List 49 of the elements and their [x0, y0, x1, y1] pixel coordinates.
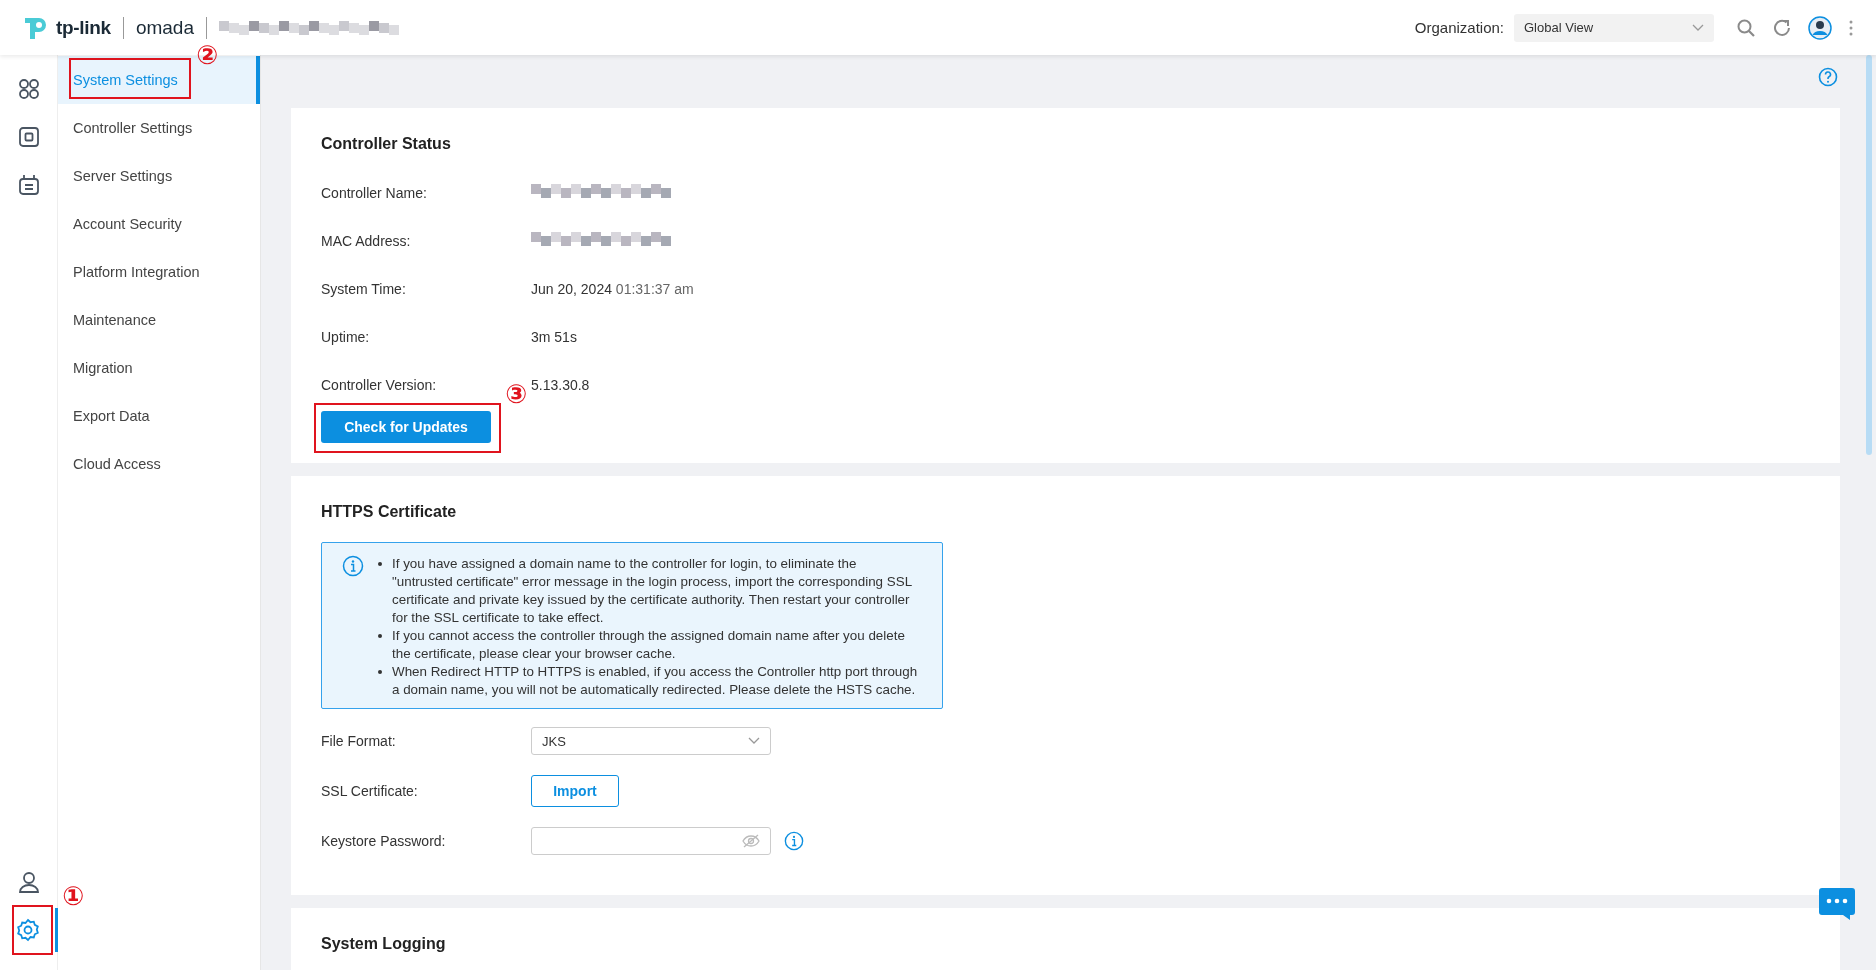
field-value: 3m 51s [531, 329, 577, 345]
field-value: Jun 20, 2024 01:31:37 am [531, 281, 694, 297]
scrollbar-thumb[interactable] [1866, 55, 1872, 455]
refresh-icon[interactable] [1772, 17, 1792, 38]
chat-icon[interactable] [1819, 888, 1855, 920]
field-label: Uptime: [321, 329, 371, 345]
bullet-icon [378, 634, 382, 638]
section-title: Controller Status [321, 134, 452, 154]
product-name: omada [135, 16, 194, 39]
organization-select[interactable]: Global View [1514, 13, 1714, 42]
organization-label: Organization: [1414, 19, 1504, 36]
bullet-icon [378, 562, 382, 566]
menu-item[interactable]: Export Data [58, 392, 260, 440]
menu-item[interactable]: Platform Integration [58, 248, 260, 296]
chevron-down-icon [1692, 23, 1704, 32]
chevron-down-icon [748, 737, 760, 745]
menu-item[interactable]: Server Settings [58, 152, 260, 200]
logo-text: tp-link [56, 16, 111, 39]
menu-item[interactable]: Migration [58, 344, 260, 392]
field-label: File Format: [321, 733, 397, 749]
info-icon [342, 555, 364, 577]
file-format-dropdown[interactable]: JKS [531, 727, 771, 755]
help-icon[interactable] [1818, 67, 1838, 87]
step-number: ③ [505, 381, 527, 407]
bullet-icon [378, 670, 382, 674]
hidden-eye-icon[interactable] [742, 834, 760, 848]
field-label: System Time: [321, 281, 407, 297]
search-icon[interactable] [1736, 17, 1756, 38]
avatar-icon[interactable] [1808, 15, 1832, 40]
field-value: 5.13.30.8 [531, 377, 590, 393]
menu-item[interactable]: Maintenance [58, 296, 260, 344]
info-text: If you have assigned a domain name to the controller for login, to eliminate the "untrusted certificate" error message in the login process, import the corresponding SSL certificate and private key issued by the certificate authority. Then restart your controller for the SSL certificate to take effect. [392, 555, 913, 627]
info-icon[interactable] [784, 831, 804, 851]
field-label: MAC Address: [321, 233, 412, 249]
more-icon[interactable] [1848, 18, 1854, 37]
info-text: If you cannot access the controller through the assigned domain name after you delete the certificate, please clear your browser cache. [392, 627, 906, 663]
field-label: SSL Certificate: [321, 783, 419, 799]
section-title: System Logging [321, 934, 447, 954]
step-number: ① [62, 883, 84, 909]
info-text: When Redirect HTTP to HTTPS is enabled, if you access the Controller http port through a domain name, you will not be automatically redirected. Please delete the HSTS cache. [392, 663, 918, 699]
menu-item[interactable]: Cloud Access [58, 440, 260, 488]
menu-item[interactable]: Controller Settings [58, 104, 260, 152]
field-label: Keystore Password: [321, 833, 447, 849]
field-label: Controller Version: [321, 377, 438, 393]
menu-item[interactable]: Account Security [58, 200, 260, 248]
field-label: Controller Name: [321, 185, 428, 201]
highlight-frame [12, 905, 53, 955]
section-title: HTTPS Certificate [321, 502, 458, 522]
password-field[interactable] [531, 827, 771, 855]
